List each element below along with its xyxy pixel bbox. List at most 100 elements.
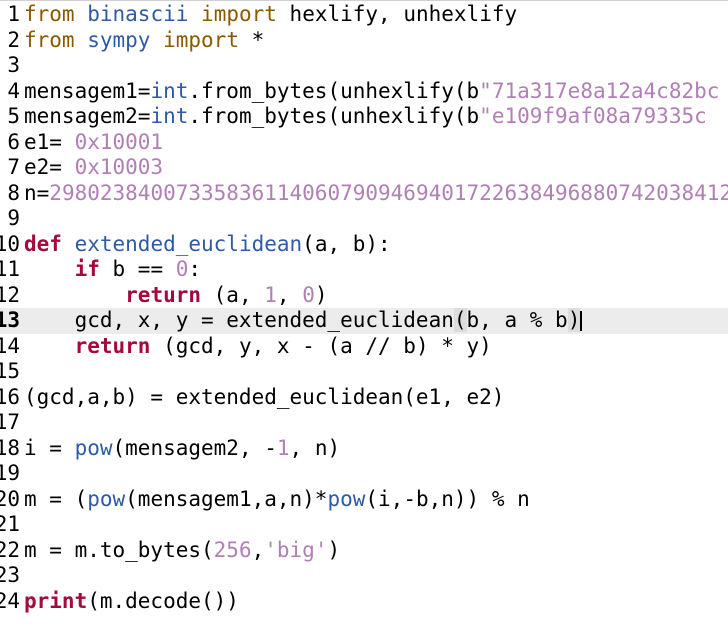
code-line[interactable]: 12 return (a, 1, 0) [0,283,728,309]
code-line[interactable]: 3 [0,53,728,79]
code-token: import [201,2,277,26]
code-token: (m.decode()) [87,588,239,613]
code-token: e2= [24,155,75,179]
code-token: "71a317e8a12a4c82bc [479,78,720,103]
code-line[interactable]: 8 n=2980238400733583611406079094694017226… [0,181,728,207]
line-number: 8 [7,180,20,205]
code-token: mensagem2= [24,104,151,128]
line-number: 20 [0,486,20,511]
code-text: from binascii import hexlify, unhexlify [24,2,517,28]
code-line[interactable]: 17 [0,410,728,436]
code-text: return (a, 1, 0) [24,282,328,309]
matching-bracket: ( [453,308,467,332]
code-token: i = [24,435,75,460]
code-text: i = pow(mensagem2, -1, n) [24,436,340,462]
code-line[interactable]: 22m = m.to_bytes(256,'big') [0,538,728,564]
code-token: (i,-b,n)) % n [365,486,530,511]
line-number: 24 [0,588,20,613]
code-token: from [24,27,75,52]
code-line[interactable]: 23 [0,563,728,589]
code-line[interactable]: 1 from binascii import hexlify, unhexlify [0,2,728,28]
code-text: print(m.decode()) [24,589,239,615]
line-number: 13 [0,308,20,332]
code-text: n=29802384007335836114060790946940172263… [24,181,728,207]
code-token: (gcd, y, x - (a // b) * y) [150,333,492,358]
code-token: ) [314,282,328,307]
code-line[interactable]: 15 [0,359,728,385]
code-token: "e109f9af08a79335c [479,104,707,128]
code-line[interactable]: 10def extended_euclidean(a, b): [0,232,728,258]
text-cursor [580,311,583,331]
line-number: 9 [7,206,20,230]
code-token: sympy [87,27,151,52]
code-text: m = m.to_bytes(256,'big') [24,538,340,564]
code-token: int [150,104,189,128]
code-line[interactable]: 14 return (gcd, y, x - (a // b) * y) [0,334,728,360]
line-number: 18 [0,435,20,460]
code-token: gcd, x, y = extended_euclidean [24,308,454,332]
line-number: 16 [0,384,20,409]
code-token: 256 [213,537,252,562]
code-line[interactable]: 13 gcd, x, y = extended_euclidean(b, a %… [0,308,728,334]
code-token: (gcd,a,b) = extended_euclidean(e1, e2) [24,384,505,409]
code-text: from sympy import * [24,28,264,54]
code-token: hexlify, unhexlify [276,2,518,26]
code-token: (a, [201,282,265,307]
line-number: 6 [7,129,20,154]
code-line[interactable]: 7 e2= 0x10003 [0,155,728,181]
code-token: * [238,27,265,52]
code-text: return (gcd, y, x - (a // b) * y) [24,334,492,360]
code-token: : [188,257,202,281]
code-token: e1= [24,129,75,154]
code-token: , [276,282,303,307]
line-number: 14 [0,333,20,358]
code-line[interactable]: 20m = (pow(mensagem1,a,n)*pow(i,-b,n)) %… [0,487,728,513]
code-token: pow [327,486,366,511]
line-number: 2 [7,27,20,52]
code-line[interactable]: 6 e1= 0x10001 [0,130,728,156]
line-number: 23 [0,563,20,587]
code-line[interactable]: 18i = pow(mensagem2, -1, n) [0,436,728,462]
code-token: 'big' [264,537,328,562]
line-number: 17 [0,410,20,434]
code-token: 2980238400733583611406079094694017226384… [49,180,728,205]
code-token: b, a % b [466,308,568,332]
code-line[interactable]: 19 [0,461,728,487]
code-text: (gcd,a,b) = extended_euclidean(e1, e2) [24,385,504,411]
code-token: print [24,588,88,613]
code-line[interactable]: 2 from sympy import * [0,28,728,54]
code-line[interactable]: 4 mensagem1=int.from_bytes(unhexlify(b"71… [0,79,728,105]
code-token: b == [99,257,176,281]
code-line[interactable]: 21 [0,512,728,538]
code-token: 0 [175,257,189,281]
line-number: 10 [0,231,20,256]
code-token: extended_euclidean [74,231,303,256]
code-token: m = ( [24,486,88,511]
line-number: 15 [0,359,20,383]
code-token: int [150,78,189,103]
code-text: if b == 0: [24,257,201,283]
code-line[interactable]: 9 [0,206,728,232]
line-number: 11 [0,257,20,281]
code-line[interactable]: 11 if b == 0: [0,257,728,283]
code-line[interactable]: 16(gcd,a,b) = extended_euclidean(e1, e2) [0,385,728,411]
code-token: mensagem1= [24,78,151,103]
code-token: 1 [264,282,277,307]
code-token: 1 [276,435,290,460]
line-number: 5 [7,104,20,128]
code-token: import [163,27,239,52]
code-editor[interactable]: 1 from binascii import hexlify, unhexlify… [0,0,728,637]
code-token: (a, b): [302,231,391,256]
code-line[interactable]: 24print(m.decode()) [0,589,728,615]
code-token: binascii [87,2,189,26]
code-token: m = m.to_bytes( [24,537,214,562]
code-line[interactable]: 5 mensagem2=int.from_bytes(unhexlify(b"e1… [0,104,728,130]
code-token: return [74,333,151,358]
